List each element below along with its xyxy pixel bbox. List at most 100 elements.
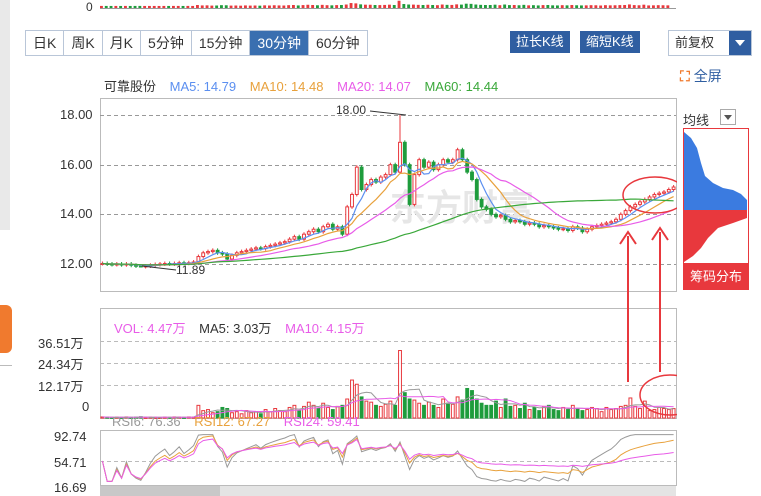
ma20-legend: MA20: 14.07 — [337, 79, 411, 94]
volume-bar — [570, 404, 575, 419]
candle-body — [273, 243, 278, 246]
volume-bar — [503, 398, 508, 419]
volume-bar — [575, 408, 580, 419]
price-tick-14: 14.00 — [60, 206, 93, 221]
volume-bar — [436, 406, 441, 419]
candle-body — [662, 191, 666, 194]
candle-body — [278, 242, 282, 245]
chip-distribution-chart — [683, 128, 749, 264]
volume-bar — [666, 409, 671, 419]
volume-bar — [508, 405, 513, 419]
rsi12-line — [101, 435, 674, 482]
price-chart[interactable]: 东方财富 18.00 11.89 — [100, 98, 677, 292]
volume-bar — [551, 409, 556, 419]
candle-body — [201, 252, 206, 258]
candle-body — [666, 189, 671, 193]
chip-distribution-button[interactable]: 筹码分布 — [683, 264, 749, 290]
candle-body — [426, 161, 431, 168]
volume-bar — [556, 410, 561, 419]
volume-bar — [446, 402, 450, 419]
volume-bar — [513, 404, 518, 419]
vol-tick-1: 36.51万 — [38, 336, 84, 351]
tab-month-k[interactable]: 月K — [102, 31, 142, 55]
tab-5-min[interactable]: 5分钟 — [141, 31, 192, 55]
candle-body — [604, 222, 609, 225]
volume-bar — [465, 387, 470, 419]
volume-bar — [609, 409, 614, 419]
candle-body — [618, 213, 623, 220]
left-edge-scrollbar[interactable] — [0, 0, 10, 230]
candle-body — [556, 227, 561, 230]
candle-body — [657, 192, 662, 195]
low-arrow — [141, 265, 177, 271]
candle-body — [479, 198, 484, 208]
volume-bar — [374, 404, 378, 419]
chart-scrollbar[interactable] — [100, 486, 676, 496]
candle-body — [287, 238, 292, 243]
chevron-down-icon[interactable] — [729, 31, 751, 55]
volume-bar — [566, 409, 570, 419]
tab-15-min[interactable]: 15分钟 — [191, 31, 251, 55]
volume-bar — [369, 401, 374, 419]
fullscreen-button[interactable]: ⛶ 全屏 — [680, 66, 722, 86]
junxian-dropdown-icon[interactable] — [720, 109, 736, 125]
stretch-k-button[interactable]: 拉长K线 — [510, 31, 570, 53]
red-arrows — [619, 226, 669, 382]
volume-bar — [585, 409, 590, 419]
junxian-label: 均线 — [683, 113, 710, 128]
candle-body — [345, 206, 350, 235]
volume-bar — [647, 410, 652, 419]
shrink-k-button[interactable]: 缩短K线 — [580, 31, 640, 53]
candle-body — [249, 248, 254, 251]
candle-body — [446, 159, 450, 163]
stock-name: 可靠股份 — [104, 79, 157, 94]
volume-bar — [537, 410, 542, 419]
volume-bar — [484, 404, 489, 419]
candle-body — [542, 225, 546, 228]
candle-body — [268, 244, 273, 248]
volume-bar — [546, 404, 551, 419]
rsi-tick-3: 16.69 — [54, 480, 87, 495]
candle-body — [388, 164, 393, 176]
tab-week-k[interactable]: 周K — [64, 31, 103, 55]
period-tabs: 日K 周K 月K 5分钟 15分钟 30分钟 60分钟 — [25, 30, 368, 56]
rsi24-legend: RSI24: 59.41 — [283, 414, 360, 429]
candle-body — [489, 208, 494, 215]
candle-body — [561, 228, 566, 231]
volume-bar — [489, 404, 494, 419]
candle-body — [316, 228, 321, 233]
candle-body — [633, 203, 638, 208]
adjust-select[interactable]: 前复权 — [668, 30, 752, 56]
candle-body — [498, 215, 503, 218]
rsi6-legend: RSI6: 76.36 — [112, 414, 181, 429]
candle-body — [210, 249, 215, 253]
candle-body — [138, 265, 143, 268]
volume-chart[interactable] — [100, 308, 677, 419]
low-annotation: 11.89 — [176, 263, 205, 277]
candle-body — [297, 236, 302, 240]
candle-body — [474, 179, 479, 200]
candle-body — [402, 141, 407, 166]
tab-day-k[interactable]: 日K — [26, 31, 65, 55]
top-axis-zero: 0 — [86, 0, 93, 14]
candle-body — [671, 186, 676, 191]
vol-tick-2: 24.34万 — [38, 357, 84, 372]
chart-scrollbar-thumb[interactable] — [100, 486, 220, 496]
candle-body — [282, 241, 287, 244]
candle-body — [326, 223, 330, 228]
volume-bar — [527, 409, 532, 419]
tab-60-min[interactable]: 60分钟 — [308, 31, 367, 55]
volume-bar — [518, 408, 522, 419]
candle-body — [508, 218, 513, 223]
rsi-legend: RSI6: 76.36 RSI12: 67.27 RSI24: 59.41 — [112, 414, 370, 429]
vol-tick-3: 12.17万 — [38, 379, 84, 394]
top-mini-volume-bars — [100, 0, 670, 8]
volume-bar — [455, 396, 460, 419]
volume-bar — [441, 398, 446, 419]
candle-body — [422, 159, 426, 168]
volume-bar — [407, 398, 412, 419]
volume-bar — [417, 402, 422, 419]
candle-body — [354, 166, 359, 195]
rsi-chart[interactable] — [100, 430, 677, 486]
tab-30-min[interactable]: 30分钟 — [250, 31, 309, 55]
